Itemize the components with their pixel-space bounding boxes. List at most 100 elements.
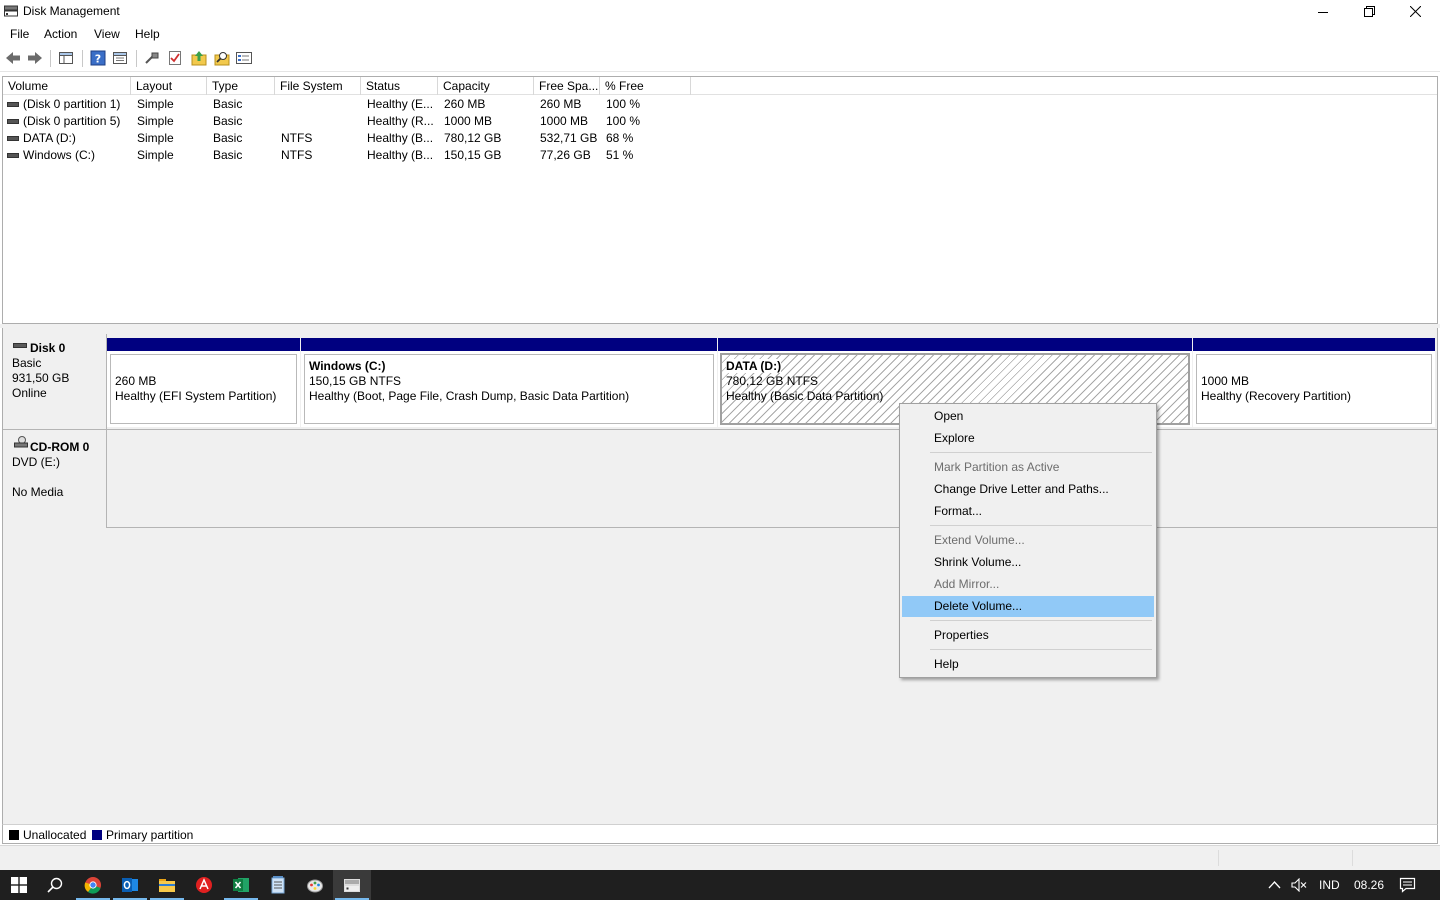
taskbar-paint[interactable] — [296, 870, 334, 900]
menu-view[interactable]: View — [94, 27, 120, 41]
taskbar: IND 08.26 — [0, 870, 1440, 900]
menu-help[interactable]: Help — [135, 27, 160, 41]
connect-icon[interactable] — [144, 50, 160, 66]
back-arrow-icon[interactable] — [5, 50, 21, 66]
clock[interactable]: 08.26 — [1354, 878, 1384, 892]
menu-item-change-drive-letter[interactable]: Change Drive Letter and Paths... — [902, 479, 1154, 500]
cell-status: Healthy (B... — [367, 131, 434, 145]
cell-type: Basic — [213, 114, 243, 128]
forward-arrow-icon[interactable] — [27, 50, 43, 66]
close-icon — [1409, 6, 1421, 17]
table-row[interactable]: (Disk 0 partition 5) Simple Basic Health… — [3, 113, 1437, 130]
cdrom0-media: No Media — [12, 485, 64, 499]
partition-efi[interactable]: 260 MB Healthy (EFI System Partition) — [107, 338, 300, 427]
notification-icon[interactable] — [1399, 877, 1416, 893]
menu-item-delete-volume[interactable]: Delete Volume... — [902, 596, 1154, 617]
cell-percent-free: 68 % — [606, 131, 634, 145]
taskbar-acrobat[interactable] — [185, 870, 223, 900]
taskbar-chrome[interactable] — [74, 870, 112, 900]
console-tree-icon[interactable] — [58, 50, 74, 66]
restore-button[interactable] — [1346, 0, 1392, 23]
column-header-free-space[interactable]: Free Spa... — [534, 77, 600, 95]
menu-item-open[interactable]: Open — [902, 406, 1154, 427]
cell-percent-free: 51 % — [606, 148, 634, 162]
start-button[interactable] — [0, 870, 38, 900]
volume-list[interactable]: Volume Layout Type File System Status Ca… — [2, 76, 1438, 324]
column-header-file-system[interactable]: File System — [275, 77, 361, 95]
close-button[interactable] — [1392, 0, 1438, 23]
menu-item-properties[interactable]: Properties — [902, 625, 1154, 646]
partition-body: Windows (C:) 150,15 GB NTFS Healthy (Boo… — [304, 354, 714, 424]
toolbar: ? — [0, 45, 1440, 72]
table-row[interactable]: (Disk 0 partition 1) Simple Basic Health… — [3, 96, 1437, 113]
column-header-capacity[interactable]: Capacity — [438, 77, 534, 95]
partition-size: 1000 MB — [1201, 374, 1250, 388]
chevron-up-icon[interactable] — [1268, 880, 1281, 889]
help-icon[interactable]: ? — [90, 50, 106, 66]
restore-icon — [1363, 6, 1375, 17]
column-header-status[interactable]: Status — [361, 77, 438, 95]
input-language[interactable]: IND — [1319, 878, 1340, 892]
disk-management-icon — [344, 879, 360, 892]
cell-free-space: 1000 MB — [540, 114, 589, 128]
cell-layout: Simple — [137, 148, 174, 162]
check-icon[interactable] — [167, 50, 183, 66]
volume-icon — [7, 136, 19, 141]
minimize-button[interactable] — [1300, 0, 1346, 23]
cell-percent-free: 100 % — [606, 97, 641, 111]
partition-size: 780,12 GB NTFS — [726, 374, 819, 388]
disk0-label[interactable]: Disk 0 Basic 931,50 GB Online — [3, 334, 107, 430]
column-header-layout[interactable]: Layout — [131, 77, 207, 95]
partition-recovery[interactable]: 1000 MB Healthy (Recovery Partition) — [1193, 338, 1435, 427]
taskbar-disk-management[interactable] — [333, 870, 371, 900]
volume-muted-icon[interactable] — [1291, 878, 1307, 892]
cdrom0-drive: DVD (E:) — [12, 455, 60, 469]
search-button[interactable] — [36, 870, 74, 900]
table-row[interactable]: Windows (C:) Simple Basic NTFS Healthy (… — [3, 147, 1437, 164]
menu-item-format[interactable]: Format... — [902, 501, 1154, 522]
disk-icon — [13, 343, 27, 348]
outlook-icon — [122, 878, 138, 892]
primary-partition-bar — [1193, 338, 1435, 351]
cell-file-system: NTFS — [281, 131, 313, 145]
svg-text:?: ? — [95, 53, 101, 66]
taskbar-notepad[interactable] — [259, 870, 297, 900]
partition-size: 150,15 GB NTFS — [309, 374, 402, 388]
find-icon[interactable] — [214, 50, 230, 66]
cdrom-icon — [14, 436, 28, 448]
menu-item-explore[interactable]: Explore — [902, 428, 1154, 449]
menu-item-shrink-volume[interactable]: Shrink Volume... — [902, 552, 1154, 573]
cell-capacity: 150,15 GB — [444, 148, 502, 162]
list-view-icon[interactable] — [236, 50, 252, 66]
disk0-name: Disk 0 — [30, 341, 66, 355]
cell-status: Healthy (E... — [367, 97, 434, 111]
primary-partition-bar — [718, 338, 1192, 351]
partition-windows-c[interactable]: Windows (C:) 150,15 GB NTFS Healthy (Boo… — [301, 338, 717, 427]
disk0-type: Basic — [12, 356, 42, 370]
search-icon — [47, 877, 63, 893]
taskbar-file-explorer[interactable] — [148, 870, 186, 900]
acrobat-icon — [196, 877, 212, 893]
cdrom0-row: CD-ROM 0 DVD (E:) No Media — [3, 430, 1437, 528]
menu-file[interactable]: File — [10, 27, 29, 41]
taskbar-excel[interactable] — [222, 870, 260, 900]
menu-action[interactable]: Action — [44, 27, 77, 41]
status-bar — [0, 845, 1440, 870]
partition-title: Windows (C:) — [309, 359, 386, 373]
cdrom0-label[interactable]: CD-ROM 0 DVD (E:) No Media — [3, 430, 107, 528]
table-row[interactable]: DATA (D:) Simple Basic NTFS Healthy (B..… — [3, 130, 1437, 147]
disk0-size: 931,50 GB — [12, 371, 70, 385]
properties-icon[interactable] — [112, 50, 128, 66]
column-header-type[interactable]: Type — [207, 77, 275, 95]
column-header-percent-free[interactable]: % Free — [600, 77, 691, 95]
cell-status: Healthy (B... — [367, 148, 434, 162]
context-menu: Open Explore Mark Partition as Active Ch… — [899, 403, 1157, 678]
column-header-volume[interactable]: Volume — [3, 77, 131, 95]
menu-item-mark-partition-active[interactable]: Mark Partition as Active — [902, 457, 1154, 478]
folder-up-icon[interactable] — [191, 50, 207, 66]
menu-item-add-mirror[interactable]: Add Mirror... — [902, 574, 1154, 595]
taskbar-outlook[interactable] — [111, 870, 149, 900]
menu-item-extend-volume[interactable]: Extend Volume... — [902, 530, 1154, 551]
menu-item-help[interactable]: Help — [902, 654, 1154, 675]
cell-volume: DATA (D:) — [23, 131, 76, 145]
